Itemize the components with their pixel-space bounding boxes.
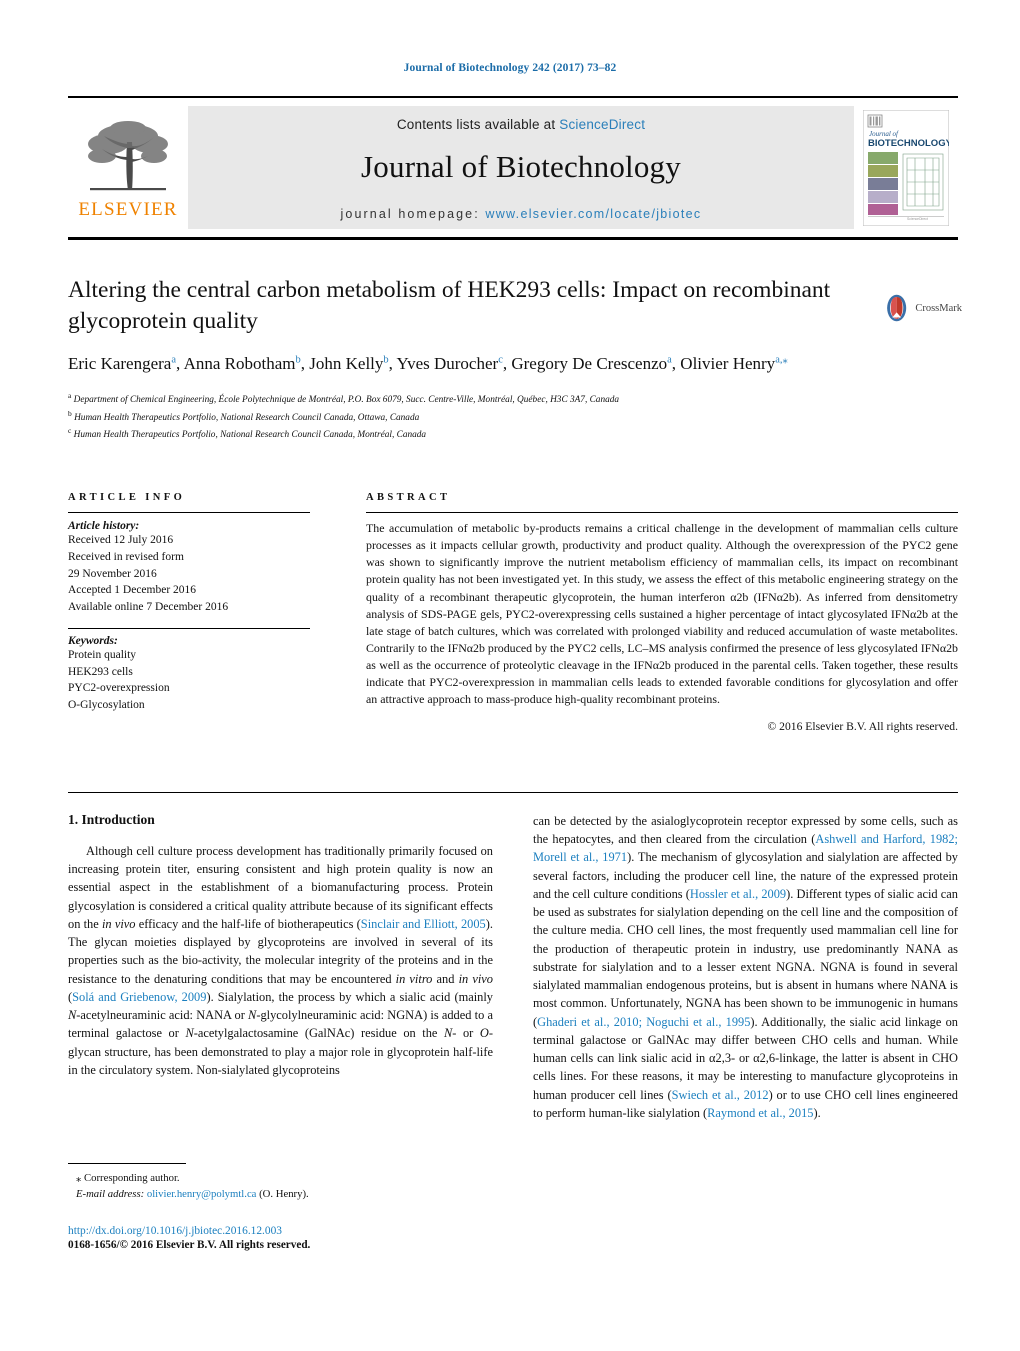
journal-title: Journal of Biotechnology <box>361 148 681 184</box>
section-divider-rule <box>68 792 958 793</box>
masthead-center: Contents lists available at ScienceDirec… <box>188 106 854 229</box>
abstract-copyright: © 2016 Elsevier B.V. All rights reserved… <box>767 719 958 733</box>
email-link[interactable]: olivier.henry@polymtl.ca <box>147 1188 257 1200</box>
journal-homepage-line: journal homepage: www.elsevier.com/locat… <box>341 207 702 221</box>
svg-text:BIOTECHNOLOGY: BIOTECHNOLOGY <box>868 138 949 149</box>
journal-masthead: ELSEVIER Contents lists available at Sci… <box>68 96 958 240</box>
contents-prefix: Contents lists available at <box>396 116 560 132</box>
article-info-column: ARTICLE INFO Article history: Received 1… <box>68 492 356 733</box>
abstract-text: The accumulation of metabolic by-product… <box>366 521 958 707</box>
crossmark-label: CrossMark <box>915 302 962 314</box>
corresponding-author-footnote: ⁎ Corresponding author. E-mail address: … <box>68 1163 493 1202</box>
crossmark-badge[interactable]: CrossMark <box>882 286 962 330</box>
affiliation-a: a Department of Chemical Engineering, Éc… <box>68 391 620 406</box>
email-owner: (O. Henry). <box>259 1188 309 1201</box>
article-history-label: Article history: <box>68 520 140 532</box>
affiliation-c-text: Human Health Therapeutics Portfolio, Nat… <box>73 430 427 441</box>
journal-cover-thumbnail: Journal of BIOTECHNOLOGY ScienceDirect <box>854 98 958 237</box>
keywords-label: Keywords: <box>68 634 118 647</box>
history-item-4: Available online 7 December 2016 <box>68 601 229 614</box>
running-head: Journal of Biotechnology 242 (2017) 73–8… <box>403 62 617 74</box>
sciencedirect-link[interactable]: ScienceDirect <box>559 117 645 132</box>
elsevier-logo: ELSEVIER <box>68 98 188 237</box>
keyword-3: O-Glycosylation <box>68 699 145 712</box>
crossmark-icon[interactable] <box>882 288 911 328</box>
doi-link[interactable]: http://dx.doi.org/10.1016/j.jbiotec.2016… <box>68 1225 498 1237</box>
abstract-heading: ABSTRACT <box>366 492 451 503</box>
affiliation-c: c Human Health Therapeutics Portfolio, N… <box>68 426 427 441</box>
footnote-rule <box>68 1163 186 1164</box>
issn-copyright-line: 0168-1656/© 2016 Elsevier B.V. All right… <box>68 1239 311 1251</box>
svg-text:Journal of: Journal of <box>869 130 899 138</box>
history-item-0: Received 12 July 2016 <box>68 534 174 546</box>
history-item-1: Received in revised form <box>68 550 184 563</box>
abstract-rule <box>366 512 958 513</box>
info-abstract-section: ARTICLE INFO Article history: Received 1… <box>68 492 958 733</box>
elsevier-wordmark: ELSEVIER <box>78 199 178 220</box>
body-column-right: can be detected by the asialoglycoprotei… <box>533 812 958 1122</box>
keyword-1: HEK293 cells <box>68 665 133 678</box>
corresponding-author-line: ⁎ Corresponding author. <box>68 1170 493 1186</box>
body-columns: 1. Introduction Although cell culture pr… <box>68 812 958 1122</box>
journal-homepage-link[interactable]: www.elsevier.com/locate/jbiotec <box>485 207 701 221</box>
corresponding-author-text: Corresponding author. <box>84 1172 180 1184</box>
keyword-0: Protein quality <box>68 648 137 661</box>
intro-paragraph-right: can be detected by the asialoglycoprotei… <box>533 814 958 1120</box>
journal-cover-image: Journal of BIOTECHNOLOGY ScienceDirect <box>863 109 949 226</box>
history-item-3: Accepted 1 December 2016 <box>68 584 197 597</box>
affiliation-a-text: Department of Chemical Engineering, Écol… <box>73 395 620 406</box>
email-line: E-mail address: olivier.henry@polymtl.ca… <box>68 1186 493 1202</box>
keywords-rule <box>68 627 310 629</box>
keyword-2: PYC2-overexpression <box>68 682 170 695</box>
svg-text:ScienceDirect: ScienceDirect <box>907 217 928 221</box>
affiliation-b-text: Human Health Therapeutics Portfolio, Nat… <box>74 412 420 423</box>
email-label: E-mail address: <box>76 1188 145 1201</box>
article-info-heading: ARTICLE INFO <box>68 492 186 503</box>
doi-block: http://dx.doi.org/10.1016/j.jbiotec.2016… <box>68 1225 498 1251</box>
contents-available-line: Contents lists available at ScienceDirec… <box>397 117 645 132</box>
introduction-heading: 1. Introduction <box>68 812 155 827</box>
affiliation-list: a Department of Chemical Engineering, Éc… <box>68 390 868 443</box>
article-info-rule <box>68 512 310 513</box>
body-column-left: 1. Introduction Although cell culture pr… <box>68 812 493 1122</box>
homepage-prefix: journal homepage: <box>340 206 486 221</box>
title-block: Altering the central carbon metabolism o… <box>68 275 868 443</box>
author-list: Eric Karengeraa, Anna Robothamb, John Ke… <box>68 353 788 373</box>
abstract-column: ABSTRACT The accumulation of metabolic b… <box>356 492 958 733</box>
article-title: Altering the central carbon metabolism o… <box>68 277 831 335</box>
elsevier-tree-icon <box>88 121 168 191</box>
affiliation-b: b Human Health Therapeutics Portfolio, N… <box>68 408 420 423</box>
history-item-2: 29 November 2016 <box>68 567 157 580</box>
corresponding-marker: ⁎ <box>76 1172 82 1184</box>
intro-paragraph-left: Although cell culture process developmen… <box>68 844 493 1077</box>
article-page: Journal of Biotechnology 242 (2017) 73–8… <box>0 0 1020 1351</box>
